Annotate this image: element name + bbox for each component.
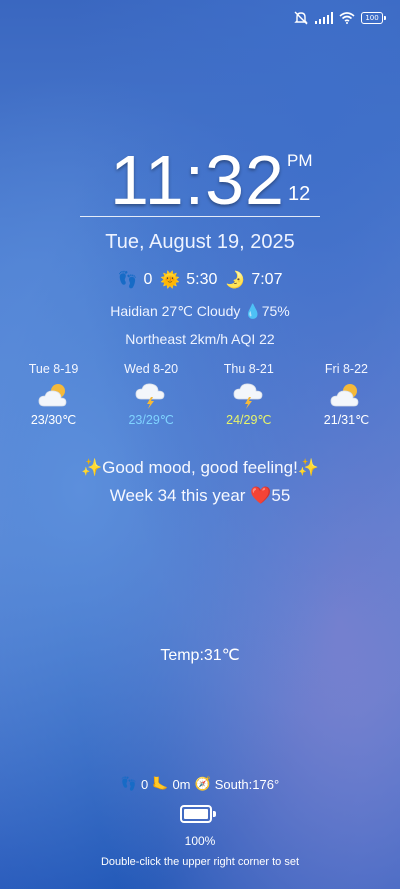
forecast-day: Thu 8-21 24/29℃ (200, 362, 297, 427)
partly-cloudy-icon (5, 380, 102, 410)
humidity-icon: 💧 (244, 303, 262, 319)
sensor-row: 👣 0 🦶 0m 🧭 South:176° (0, 776, 400, 792)
altitude-value: 0m (172, 776, 191, 792)
steps-count: 0 (141, 776, 149, 792)
steps-count: 0 (143, 271, 153, 288)
sunrise-time: 5:30 (186, 271, 218, 288)
weather-location-condition: Haidian 27℃ Cloudy (110, 303, 245, 319)
clock: 11:32 PM 12 (0, 145, 400, 215)
weather-wind-aqi: Northeast 2km/h AQI 22 (125, 331, 275, 347)
humidity-value: 75% (261, 303, 290, 319)
sunset-icon: 🌛 (225, 272, 246, 289)
forecast-day: Fri 8-22 21/31℃ (298, 362, 395, 427)
status-bar: 100 (293, 10, 386, 26)
forecast-temp: 24/29℃ (226, 413, 272, 427)
wifi-icon (339, 12, 355, 24)
signal-icon (315, 12, 333, 24)
forecast-day-label: Tue 8-19 (28, 362, 79, 376)
forecast-day: Wed 8-20 23/29℃ (103, 362, 200, 427)
forecast: Tue 8-19 23/30℃ Wed 8-20 23/29℃ Thu 8-21… (5, 362, 395, 427)
settings-hint[interactable]: Double-click the upper right corner to s… (0, 856, 400, 868)
battery-fill (184, 809, 208, 819)
sunrise-icon: 🌞 (160, 272, 181, 289)
clock-ampm: PM (287, 151, 313, 170)
clock-seconds: 12 (288, 183, 311, 205)
battery-level-text: 100 (361, 12, 383, 24)
week-count: 55 (271, 486, 291, 505)
week-text: Week 34 this year (109, 486, 251, 505)
forecast-day-label: Thu 8-21 (223, 362, 274, 376)
forecast-day-label: Fri 8-22 (324, 362, 368, 376)
battery-percent: 100% (184, 834, 216, 848)
steps-icon: 👣 (117, 272, 138, 289)
forecast-day: Tue 8-19 23/30℃ (5, 362, 102, 427)
thunderstorm-icon (200, 380, 297, 410)
thunderstorm-icon (103, 380, 200, 410)
altitude-icon: 🦶 (152, 776, 169, 791)
battery-indicator (180, 805, 216, 823)
clock-time: 11:32 (110, 141, 285, 219)
temperature-text: Temp:31℃ (160, 647, 240, 664)
forecast-temp: 23/29℃ (128, 413, 174, 427)
compass-direction: South:176° (214, 776, 280, 792)
summary-row: 👣 0 🌞 5:30 🌛 7:07 (0, 270, 400, 290)
sparkle-icon: ✨ (297, 458, 319, 477)
forecast-temp: 23/30℃ (30, 413, 77, 427)
clock-divider (80, 216, 320, 217)
compass-icon: 🧭 (194, 776, 211, 791)
mute-icon (293, 11, 309, 25)
date-text: Tue, August 19, 2025 (105, 231, 295, 253)
partly-cloudy-icon (298, 380, 395, 410)
forecast-day-label: Wed 8-20 (124, 362, 179, 376)
steps-icon: 👣 (120, 776, 138, 791)
weather-current: Haidian 27℃ Cloudy 💧75% (0, 303, 400, 320)
battery-icon: 100 (361, 12, 386, 24)
week-info: Week 34 this year ❤️55 (0, 486, 400, 506)
mood-message: Good mood, good feeling! (102, 458, 298, 477)
sparkle-icon: ✨ (81, 458, 103, 477)
forecast-temp: 21/31℃ (323, 413, 370, 427)
mood-text: ✨Good mood, good feeling!✨ (0, 458, 400, 478)
heart-icon: ❤️ (250, 486, 272, 505)
sunset-time: 7:07 (251, 271, 283, 288)
